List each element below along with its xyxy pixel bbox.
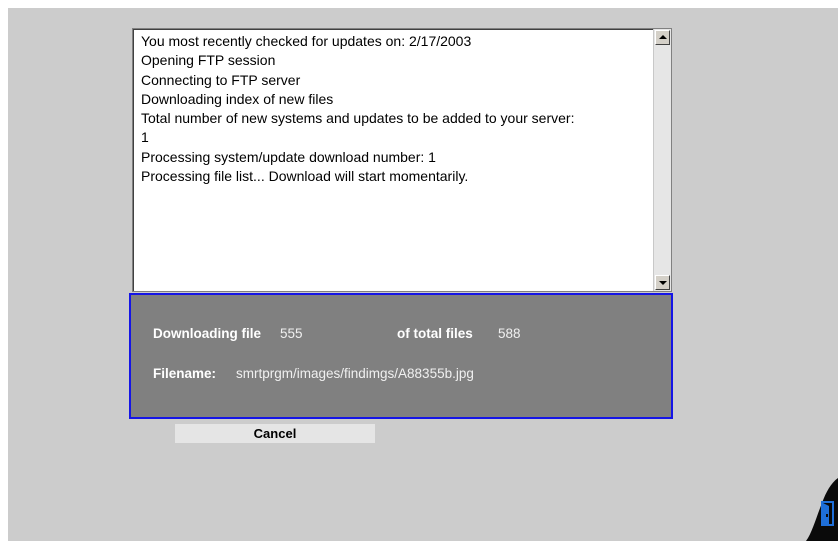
downloading-file-value: 555 [280, 326, 303, 341]
app-canvas: You most recently checked for updates on… [8, 8, 838, 541]
log-line: Processing file list... Download will st… [141, 168, 469, 185]
exit-door-icon[interactable] [802, 478, 838, 541]
scroll-down-button[interactable] [655, 275, 670, 290]
cancel-button[interactable]: Cancel [175, 424, 375, 443]
downloading-file-label: Downloading file [153, 326, 261, 341]
log-scrollbar[interactable] [653, 29, 671, 291]
log-line: Processing system/update download number… [141, 148, 436, 165]
filename-value: smrtprgm/images/findimgs/A88355b.jpg [236, 366, 474, 381]
filename-label: Filename: [153, 366, 217, 381]
arrow-down-icon [659, 281, 667, 285]
log-line: You most recently checked for updates on… [141, 33, 472, 49]
log-line: Downloading index of new files [141, 90, 334, 107]
total-files-value: 588 [498, 326, 521, 341]
log-line: 1 [141, 129, 149, 146]
total-files-label: of total files [397, 326, 473, 341]
scroll-up-button[interactable] [655, 30, 670, 45]
update-log-text: You most recently checked for updates on… [141, 32, 646, 186]
log-line: Opening FTP session [141, 52, 276, 69]
log-line: Total number of new systems and updates … [141, 110, 575, 127]
log-line: Connecting to FTP server [141, 71, 301, 88]
arrow-up-icon [659, 35, 667, 39]
update-log-textarea[interactable]: You most recently checked for updates on… [132, 28, 672, 292]
download-progress-panel: Downloading file 555 of total files 588 … [129, 293, 673, 419]
